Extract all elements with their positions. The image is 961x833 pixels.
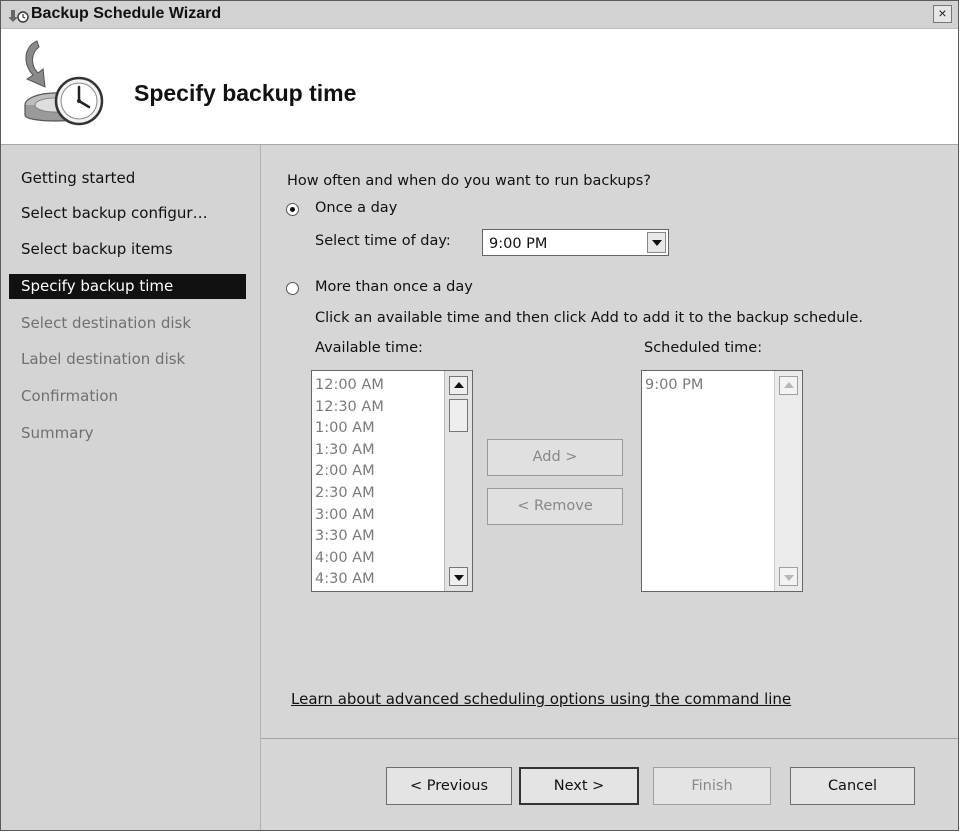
available-time-list[interactable]: 12:00 AM 12:30 AM 1:00 AM 1:30 AM 2:00 AM 2:3… — [311, 370, 473, 592]
step-select-backup-items: Select backup items — [21, 240, 173, 258]
once-a-day-label[interactable]: Once a day — [315, 200, 397, 216]
radio-selected-dot — [290, 207, 295, 212]
available-item[interactable]: 12:00 AM — [315, 375, 384, 397]
step-label-destination-disk: Label destination disk — [21, 350, 186, 368]
available-item[interactable]: 3:30 AM — [315, 526, 384, 548]
backup-wizard-icon — [9, 10, 29, 23]
step-select-backup-configuration: Select backup configur… — [21, 204, 208, 222]
time-of-day-value: 9:00 PM — [489, 236, 548, 252]
available-time-scrollbar[interactable] — [444, 371, 472, 591]
available-time-label: Available time: — [315, 340, 423, 356]
available-item[interactable]: 3:00 AM — [315, 505, 384, 527]
scheduled-time-label: Scheduled time: — [644, 340, 763, 356]
wizard-header: Specify backup time — [1, 29, 958, 145]
time-of-day-dropdown[interactable]: 9:00 PM — [482, 229, 669, 256]
backup-schedule-wizard-window: Backup Schedule Wizard × Specify backup … — [0, 0, 959, 831]
scroll-up-icon — [779, 376, 798, 395]
frequency-question: How often and when do you want to run ba… — [287, 173, 651, 189]
title-bar: Backup Schedule Wizard × — [1, 1, 958, 29]
instruction-text: Click an available time and then click A… — [315, 310, 864, 326]
backup-clock-icon — [24, 40, 104, 126]
close-icon[interactable]: × — [933, 5, 952, 23]
available-item[interactable]: 2:00 AM — [315, 461, 384, 483]
step-specify-backup-time: Specify backup time — [9, 274, 246, 299]
step-select-destination-disk: Select destination disk — [21, 314, 192, 332]
scroll-down-icon[interactable] — [449, 567, 468, 586]
time-of-day-label: Select time of day: — [315, 233, 451, 249]
wizard-steps-sidebar: Getting started Select backup configur… … — [1, 145, 261, 830]
scheduled-item[interactable]: 9:00 PM — [645, 375, 703, 397]
scheduled-time-items: 9:00 PM — [645, 375, 703, 397]
page-title: Specify backup time — [134, 80, 357, 106]
scroll-up-icon[interactable] — [449, 376, 468, 395]
scheduled-time-list[interactable]: 9:00 PM — [641, 370, 803, 592]
more-than-once-label[interactable]: More than once a day — [315, 279, 473, 295]
step-confirmation: Confirmation — [21, 387, 119, 405]
chevron-down-icon[interactable] — [647, 232, 666, 253]
next-button[interactable]: Next > — [519, 767, 639, 805]
wizard-content: How often and when do you want to run ba… — [261, 145, 958, 738]
available-time-items: 12:00 AM 12:30 AM 1:00 AM 1:30 AM 2:00 AM 2:3… — [315, 375, 384, 591]
finish-button[interactable]: Finish — [653, 767, 771, 805]
available-item[interactable]: 4:30 AM — [315, 569, 384, 591]
available-item[interactable]: 4:00 AM — [315, 548, 384, 570]
available-item[interactable]: 2:30 AM — [315, 483, 384, 505]
more-than-once-radio[interactable] — [286, 282, 299, 295]
scrollbar-thumb[interactable] — [449, 399, 468, 432]
available-item[interactable]: 12:30 AM — [315, 397, 384, 419]
wizard-footer: < Previous Next > Finish Cancel — [261, 738, 958, 830]
available-item[interactable]: 1:00 AM — [315, 418, 384, 440]
once-a-day-radio[interactable] — [286, 203, 299, 216]
advanced-scheduling-link[interactable]: Learn about advanced scheduling options … — [291, 690, 791, 708]
step-getting-started: Getting started — [21, 169, 136, 187]
cancel-button[interactable]: Cancel — [790, 767, 915, 805]
window-title: Backup Schedule Wizard — [31, 5, 222, 22]
scheduled-time-scrollbar — [774, 371, 802, 591]
previous-button[interactable]: < Previous — [386, 767, 512, 805]
add-button[interactable]: Add > — [487, 439, 623, 476]
step-summary: Summary — [21, 424, 94, 442]
scroll-down-icon — [779, 567, 798, 586]
available-item[interactable]: 1:30 AM — [315, 440, 384, 462]
remove-button[interactable]: < Remove — [487, 488, 623, 525]
